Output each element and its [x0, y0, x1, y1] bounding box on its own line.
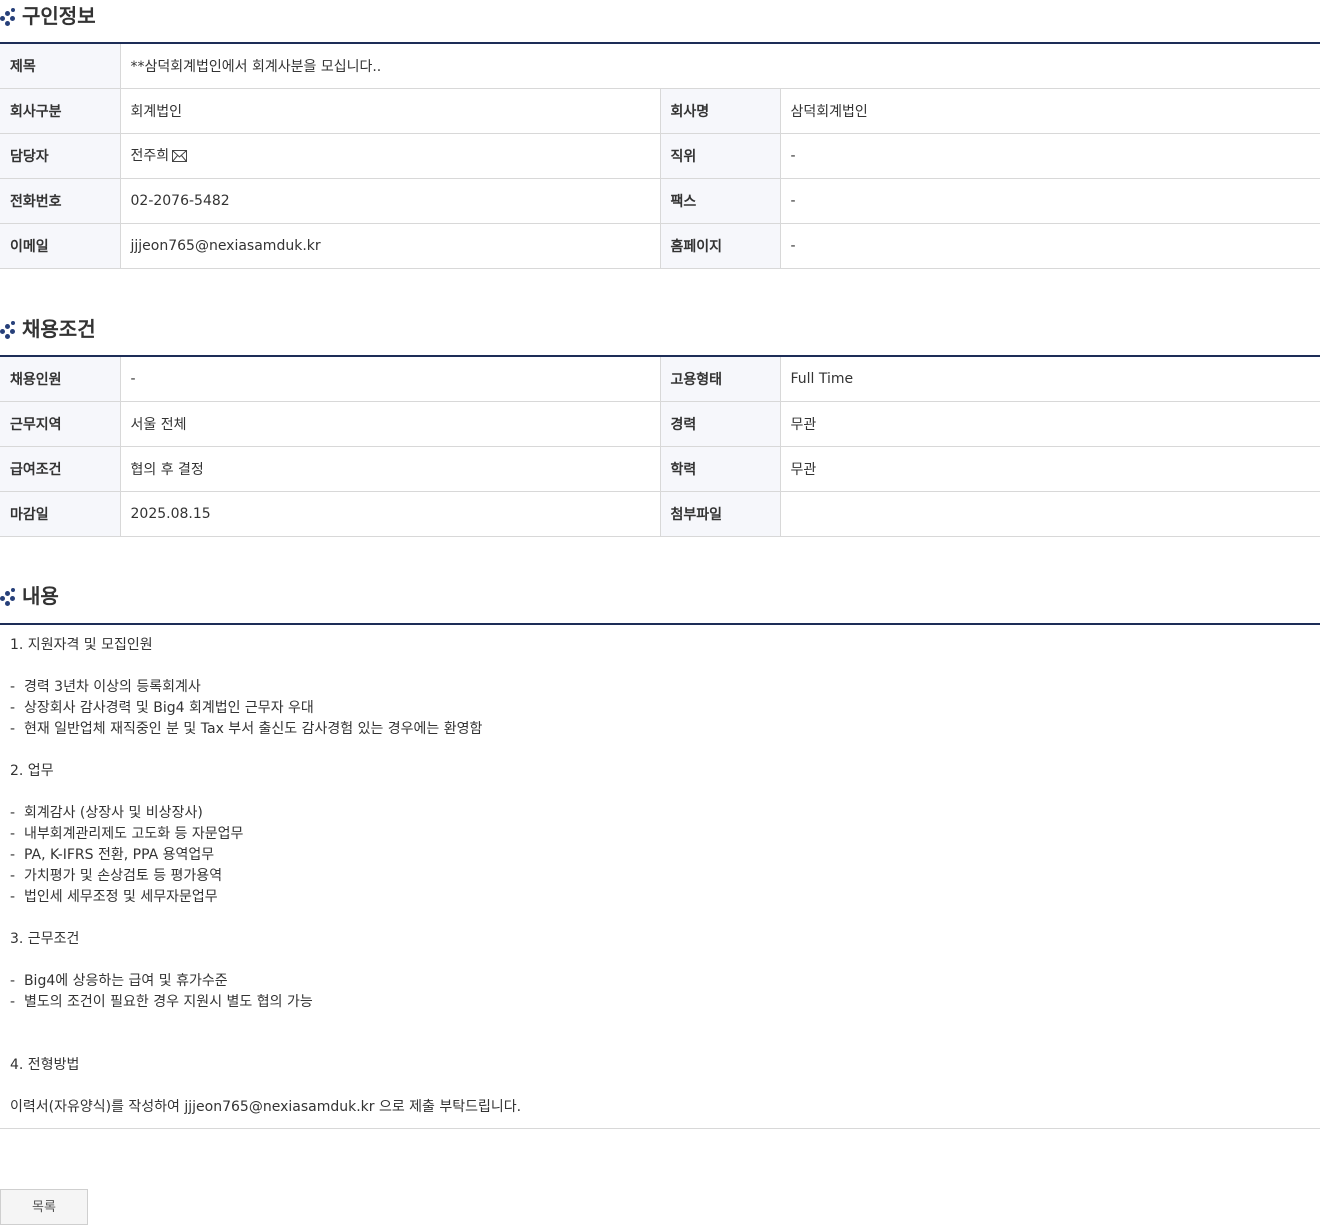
position-label: 직위 — [659, 133, 780, 179]
content-line — [10, 1013, 1310, 1034]
experience-value: 무관 — [779, 401, 1320, 447]
email-value[interactable]: jjjeon765@nexiasamduk.kr — [119, 223, 660, 269]
content-line — [10, 740, 1310, 761]
company-type-label: 회사구분 — [0, 88, 120, 134]
education-value: 무관 — [779, 446, 1320, 492]
manager-value: 전주희 — [130, 148, 170, 164]
phone-label: 전화번호 — [0, 178, 120, 224]
table-row: 근무지역 서울 전체 경력 무관 — [0, 401, 1320, 447]
headcount-label: 채용인원 — [0, 356, 120, 402]
table-row: 담당자 전주희 직위 - — [0, 133, 1320, 179]
table-row: 회사구분 회계법인 회사명 삼덕회계법인 — [0, 88, 1320, 134]
headcount-value: - — [119, 356, 660, 402]
title-label: 제목 — [0, 43, 120, 89]
content-line: 2. 업무 — [10, 763, 54, 779]
section-header-content: 내용 — [0, 580, 59, 612]
table-row: 급여조건 협의 후 결정 학력 무관 — [0, 446, 1320, 492]
manager-label: 담당자 — [0, 133, 120, 179]
experience-label: 경력 — [659, 401, 780, 447]
content-line — [10, 950, 1310, 971]
attachment-label: 첨부파일 — [659, 491, 780, 537]
section-title-content: 내용 — [22, 584, 59, 608]
phone-value: 02-2076-5482 — [119, 178, 660, 224]
bullet-dots-icon — [0, 8, 16, 26]
content-line: - 가치평가 및 손상검토 등 평가용역 — [10, 868, 223, 884]
content-line: - 내부회계관리제도 고도화 등 자문업무 — [10, 826, 244, 842]
salary-value: 협의 후 결정 — [119, 446, 660, 492]
bullet-dots-icon — [0, 588, 16, 606]
content-line: - 현재 일반업체 재직중인 분 및 Tax 부서 출신도 감사경험 있는 경우… — [10, 721, 483, 737]
content-line — [10, 1076, 1310, 1097]
education-label: 학력 — [659, 446, 780, 492]
table-row: 채용인원 - 고용형태 Full Time — [0, 356, 1320, 402]
fax-value: - — [779, 178, 1320, 224]
content-line: 이력서(자유양식)를 작성하여 jjjeon765@nexiasamduk.kr… — [10, 1099, 522, 1115]
location-value: 서울 전체 — [119, 401, 660, 447]
content-line: 3. 근무조건 — [10, 931, 80, 947]
table-row: 이메일 jjjeon765@nexiasamduk.kr 홈페이지 - — [0, 223, 1320, 269]
section-header-conditions: 채용조건 — [0, 313, 96, 345]
job-info-table: 제목 **삼덕회계법인에서 회계사분을 모십니다.. 회사구분 회계법인 회사명… — [0, 42, 1320, 269]
table-row: 마감일 2025.08.15 첨부파일 — [0, 491, 1320, 537]
deadline-label: 마감일 — [0, 491, 120, 537]
content-line: - PA, K-IFRS 전환, PPA 용역업무 — [10, 847, 215, 863]
manager-cell: 전주희 — [119, 133, 660, 179]
table-row: 전화번호 02-2076-5482 팩스 - — [0, 178, 1320, 224]
company-name-label: 회사명 — [659, 88, 780, 134]
homepage-label: 홈페이지 — [659, 223, 780, 269]
content-line — [10, 908, 1310, 929]
content-line: - 법인세 세무조정 및 세무자문업무 — [10, 889, 218, 905]
content-line: - 상장회사 감사경력 및 Big4 회계법인 근무자 우대 — [10, 700, 314, 716]
list-button[interactable]: 목록 — [0, 1189, 88, 1225]
employment-type-value: Full Time — [779, 356, 1320, 402]
content-line: - 별도의 조건이 필요한 경우 지원시 별도 협의 가능 — [10, 994, 313, 1010]
location-label: 근무지역 — [0, 401, 120, 447]
mail-icon[interactable] — [172, 150, 188, 166]
content-line: - 경력 3년차 이상의 등록회계사 — [10, 679, 201, 695]
content-line: 1. 지원자격 및 모집인원 — [10, 637, 153, 653]
content-line: - 회계감사 (상장사 및 비상장사) — [10, 805, 203, 821]
employment-type-label: 고용형태 — [659, 356, 780, 402]
fax-label: 팩스 — [659, 178, 780, 224]
salary-label: 급여조건 — [0, 446, 120, 492]
table-row: 제목 **삼덕회계법인에서 회계사분을 모십니다.. — [0, 43, 1320, 89]
section-title-job-info: 구인정보 — [22, 4, 96, 28]
company-type-value: 회계법인 — [119, 88, 660, 134]
conditions-table: 채용인원 - 고용형태 Full Time 근무지역 서울 전체 경력 무관 급… — [0, 355, 1320, 537]
section-title-conditions: 채용조건 — [22, 317, 96, 341]
content-line — [10, 782, 1310, 803]
content-line — [10, 1034, 1310, 1055]
content-body: 1. 지원자격 및 모집인원 - 경력 3년차 이상의 등록회계사 - 상장회사 감… — [0, 623, 1320, 1129]
content-line: - Big4에 상응하는 급여 및 휴가수준 — [10, 973, 228, 989]
deadline-value: 2025.08.15 — [119, 491, 660, 537]
homepage-value: - — [779, 223, 1320, 269]
title-value: **삼덕회계법인에서 회계사분을 모십니다.. — [119, 43, 1320, 89]
attachment-value[interactable] — [779, 491, 1320, 537]
position-value: - — [779, 133, 1320, 179]
company-name-value: 삼덕회계법인 — [779, 88, 1320, 134]
email-label: 이메일 — [0, 223, 120, 269]
content-line — [10, 656, 1310, 677]
content-line: 4. 전형방법 — [10, 1057, 80, 1073]
section-header-job-info: 구인정보 — [0, 0, 96, 32]
bullet-dots-icon — [0, 321, 16, 339]
